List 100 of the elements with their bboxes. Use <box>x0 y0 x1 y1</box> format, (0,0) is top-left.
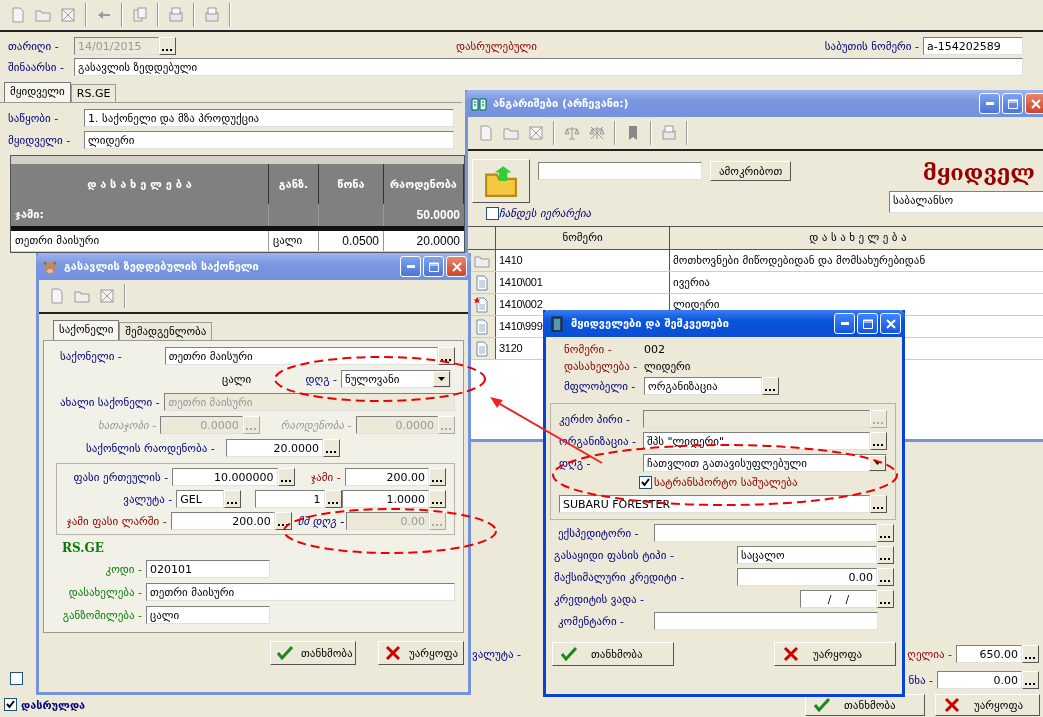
text-field[interactable] <box>654 524 877 542</box>
field-label: ხათაჯობი - <box>97 418 158 432</box>
unit-text: ცალი <box>222 372 252 386</box>
total-label: ჯამი: <box>11 204 269 226</box>
browse-button[interactable] <box>1022 671 1039 689</box>
close-button[interactable] <box>446 256 467 277</box>
close-button[interactable] <box>1025 93 1043 114</box>
text-field[interactable] <box>654 612 878 630</box>
browse-button[interactable] <box>159 37 176 55</box>
text-field[interactable]: ორგანიზაცია <box>644 377 762 395</box>
search-field[interactable] <box>538 162 702 180</box>
table-cell-text: 20.0000 <box>415 233 461 250</box>
column-header[interactable]: ნომერი <box>496 227 670 249</box>
browse-button[interactable] <box>1022 645 1039 663</box>
status-text: დასრულებული <box>456 39 537 53</box>
caret-icon <box>438 377 445 381</box>
browse-button[interactable] <box>877 546 894 564</box>
caret-icon <box>874 461 881 465</box>
text-field[interactable]: თეთრი მაისური <box>164 347 438 365</box>
browse-button[interactable] <box>429 490 446 508</box>
browse-button[interactable] <box>870 495 887 513</box>
checkbox[interactable] <box>639 476 652 489</box>
cross-box-icon[interactable] <box>528 125 544 141</box>
maximize-icon <box>428 261 439 272</box>
text-field[interactable]: GEL <box>176 490 224 508</box>
dialog-button[interactable]: თანხმობა <box>552 642 674 666</box>
browse-button[interactable] <box>762 377 779 395</box>
tab[interactable]: საქონელი <box>53 320 120 340</box>
field-label: მყიდველი - <box>8 133 72 147</box>
check-icon <box>561 646 577 662</box>
browse-button[interactable] <box>877 568 894 586</box>
minimize-button[interactable] <box>979 93 1000 114</box>
text-field[interactable]: ცალი <box>146 606 270 624</box>
checkbox[interactable] <box>4 698 17 711</box>
table-cell: მოთხოვნები მიწოდებიდან და მომსახურებიდან <box>673 254 926 267</box>
checkbox[interactable] <box>10 672 23 685</box>
browse-button[interactable] <box>877 590 894 608</box>
close-icon <box>1030 98 1041 109</box>
tab[interactable]: RS.GE <box>70 84 117 102</box>
text-field[interactable]: 0.00 <box>937 671 1022 689</box>
cross-box-icon[interactable] <box>60 7 76 23</box>
dialog-button[interactable]: თანხმობა <box>270 641 356 665</box>
table-cell: 0.0500 <box>319 231 384 251</box>
dialog-button[interactable]: უარყოფა <box>935 694 1040 716</box>
text-field[interactable]: 200.00 <box>170 512 275 530</box>
text-field[interactable]: 20.0000 <box>226 439 323 457</box>
maximize-button[interactable] <box>1002 93 1023 114</box>
text-field[interactable]: შპს "ლიდერი" <box>643 432 870 450</box>
close-button[interactable] <box>880 313 901 334</box>
tab[interactable]: შემადგენლობა <box>119 322 213 340</box>
browse-button[interactable] <box>877 524 894 542</box>
crossed-scales-icon[interactable] <box>589 125 605 141</box>
text-field[interactable]: 10.000000 <box>172 468 278 486</box>
maximize-button[interactable] <box>423 256 444 277</box>
field-label: მფლობელი - <box>564 379 637 393</box>
dropdown[interactable]: ნულოვანი <box>341 370 451 388</box>
text-field[interactable]: 650.00 <box>956 645 1022 663</box>
check-icon <box>277 645 293 661</box>
minimize-icon <box>406 265 415 268</box>
dropdown[interactable]: ჩათვლით გათავისუფლებული <box>643 454 887 472</box>
browse-button[interactable] <box>429 468 446 486</box>
browse-button[interactable] <box>870 432 887 450</box>
dialog-button[interactable]: უარყოფა <box>378 641 464 665</box>
value-text: ლიდერი <box>644 360 691 373</box>
field-label: კოდი - <box>104 562 143 576</box>
document-icon <box>473 274 490 291</box>
column-header[interactable]: დ ა ს ა ხ ე ლ ე ბ ა <box>670 227 1043 249</box>
date-field[interactable]: / / <box>800 590 877 608</box>
field-label: ექსპედიტორი - <box>558 526 640 540</box>
minimize-button[interactable] <box>400 256 421 277</box>
search-button[interactable]: ამოკრიბოთ <box>710 161 792 181</box>
table-cell: 1410\001 <box>496 272 670 293</box>
browse-button[interactable] <box>323 439 340 457</box>
open-folder-button[interactable] <box>472 159 530 203</box>
text-field[interactable]: a-154202589 <box>923 37 1023 55</box>
text-field[interactable]: ლიდერი <box>84 131 454 149</box>
maximize-icon <box>862 318 873 329</box>
text-field[interactable]: 0.00 <box>737 568 877 586</box>
text-field[interactable]: 1.0000 <box>341 490 429 508</box>
text-field[interactable]: საცალო <box>737 546 877 564</box>
text-field[interactable]: 1. საქონელი და მზა პროდუქცია <box>84 109 454 127</box>
dialog-button[interactable]: უარყოფა <box>774 642 896 666</box>
field-label: საქონლის რაოდენობა - <box>86 441 216 455</box>
minimize-button[interactable] <box>834 313 855 334</box>
text-field[interactable]: თეთრი მაისური <box>146 583 455 601</box>
tab[interactable]: მყიდველი <box>4 82 71 102</box>
maximize-button[interactable] <box>857 313 878 334</box>
text-field[interactable]: 200.00 <box>344 468 429 486</box>
browse-button[interactable] <box>438 347 455 365</box>
field-label: თარიღი - <box>8 39 60 53</box>
checkbox[interactable] <box>486 207 499 220</box>
text-field[interactable]: საბალანსო <box>889 191 1043 213</box>
cross-box-icon[interactable] <box>99 288 115 304</box>
field-label: გასაყიდი ფასის ტიპი - <box>554 548 675 562</box>
book-icon <box>471 95 487 112</box>
text-field[interactable]: 1 <box>254 490 325 508</box>
table-cell: თეთრი მაისური <box>11 231 269 251</box>
text-field[interactable]: 020101 <box>146 560 270 578</box>
minimize-icon <box>840 322 849 325</box>
text-field[interactable]: გასავლის ზედდებული <box>74 58 1023 76</box>
